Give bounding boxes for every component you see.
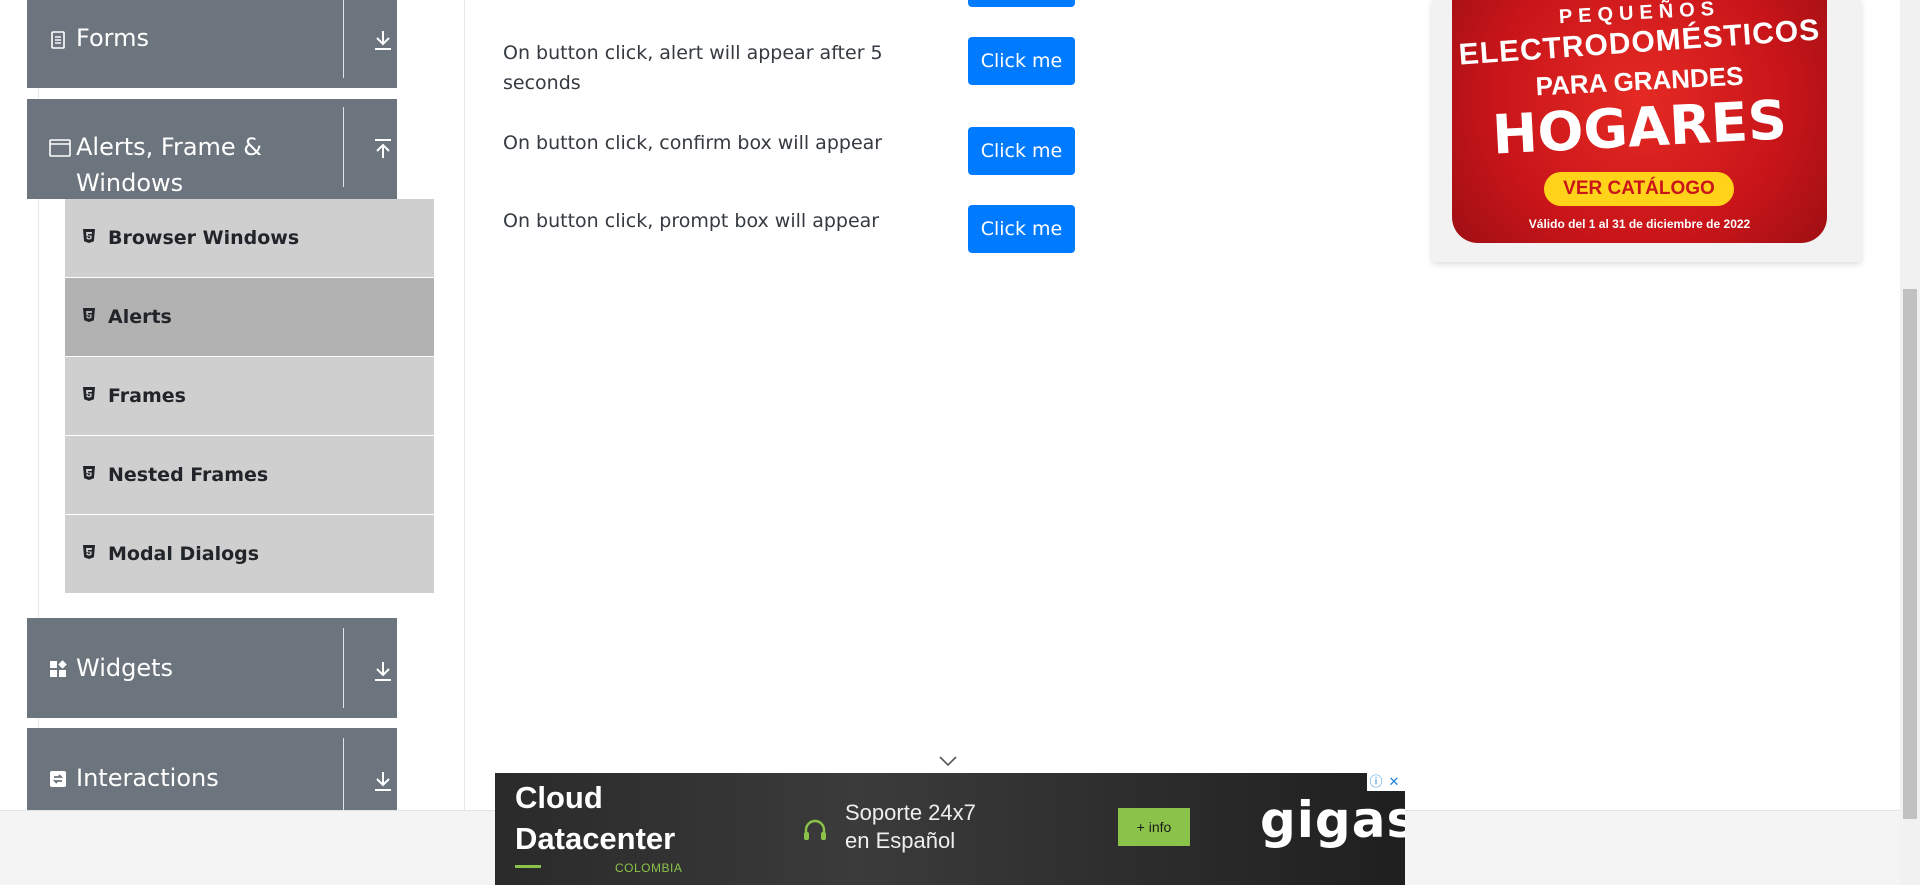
group-title-alerts: Alerts, Frame & Windows [76,133,263,197]
menu-item-modal-dialogs[interactable]: Modal Dialogs [65,515,434,594]
group-interactions[interactable]: Interactions [27,728,397,810]
group-forms[interactable]: Forms [27,0,397,88]
html5-icon [83,387,95,401]
window-icon [49,139,71,157]
menu-item-label: Nested Frames [108,464,269,486]
bottom-ad-banner[interactable]: Cloud Datacenter COLOMBIA Soporte 24x7 e… [495,773,1405,885]
headset-icon [804,819,826,840]
menu-item-frames[interactable]: Frames [65,357,434,436]
group-divider [343,628,344,708]
prompt-button[interactable]: Click me [968,205,1075,253]
group-title-forms: Forms [76,24,149,52]
ad-creative: PEQUEÑOS ELECTRODOMÉSTICOS PARA GRANDES … [1452,0,1827,243]
group-widgets[interactable]: Widgets [27,618,397,718]
scrollbar-thumb[interactable] [1903,289,1917,819]
menu-item-label: Frames [108,385,186,407]
group-divider [343,107,344,187]
ad-info-icon[interactable]: ⓘ [1367,773,1385,791]
interactions-icon [50,771,66,787]
ad-accent-line [515,865,541,868]
download-arrow-icon[interactable] [372,29,394,51]
timer-alert-button[interactable]: Click me [968,37,1075,85]
menu-item-label: Alerts [108,306,172,328]
alerts-submenu: Browser Windows Alerts Frames Nested Fra… [65,199,434,594]
ad-subtitle: COLOMBIA [615,861,683,875]
page-scrollbar[interactable] [1900,0,1920,885]
menu-item-browser-windows[interactable]: Browser Windows [65,199,434,278]
confirm-text: On button click, confirm box will appear [503,132,883,154]
group-alerts-frame-windows[interactable]: Alerts, Frame & Windows [27,99,397,199]
menu-item-nested-frames[interactable]: Nested Frames [65,436,434,515]
menu-item-label: Browser Windows [108,227,300,249]
right-ad-banner[interactable]: PEQUEÑOS ELECTRODOMÉSTICOS PARA GRANDES … [1432,0,1861,262]
confirm-button[interactable]: Click me [968,127,1075,175]
ad-title: Cloud Datacenter [515,780,676,856]
ad-cta-button[interactable]: VER CATÁLOGO [1544,172,1734,206]
ad-brand-logo: gigas [1260,791,1405,849]
close-icon[interactable]: ✕ [1385,773,1403,791]
timer-alert-text: On button click, alert will appear after… [503,42,883,94]
html5-icon [83,466,95,480]
ad-support-text: Soporte 24x7 en Español [845,800,976,853]
ad-info-button[interactable]: + info [1118,808,1190,846]
upload-arrow-icon[interactable] [372,138,394,160]
ad-controls: ⓘ ✕ [1367,773,1405,791]
group-divider [343,738,344,810]
group-divider [343,0,344,78]
form-icon [51,31,65,49]
ad-footer: Válido del 1 al 31 de diciembre de 2022 [1528,217,1751,231]
group-title-widgets: Widgets [76,654,174,682]
menu-item-label: Modal Dialogs [108,543,260,565]
menu-item-alerts[interactable]: Alerts [65,278,434,357]
html5-icon [83,308,95,322]
html5-icon [83,545,95,559]
chevron-down-icon[interactable] [938,755,958,767]
widgets-icon [50,660,67,677]
previous-click-button[interactable] [968,0,1075,7]
prompt-text: On button click, prompt box will appear [503,210,880,232]
download-arrow-icon[interactable] [372,770,394,792]
group-title-interactions: Interactions [76,764,219,792]
download-arrow-icon[interactable] [372,660,394,682]
html5-icon [83,229,95,243]
